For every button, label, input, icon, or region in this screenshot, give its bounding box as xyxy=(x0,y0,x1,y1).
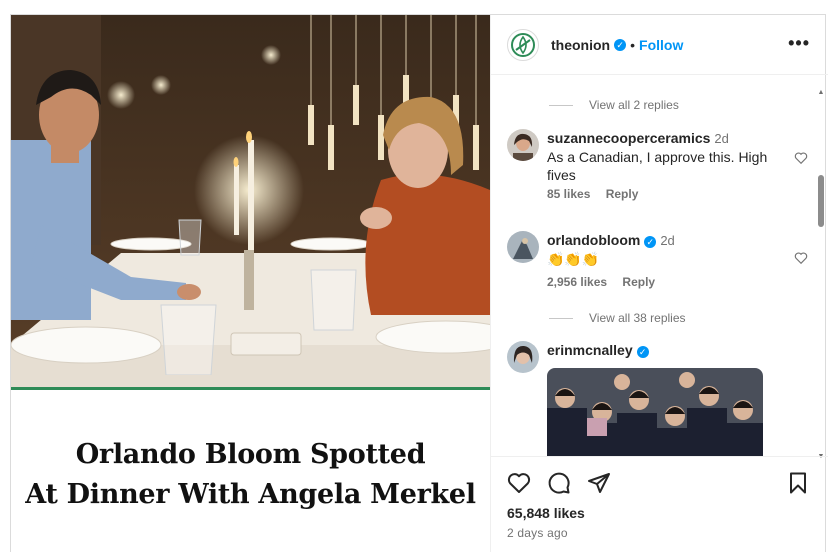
post-photo xyxy=(11,15,490,387)
verified-badge-icon: ✓ xyxy=(636,346,649,358)
replies-line xyxy=(549,317,573,319)
onion-logo-icon[interactable] xyxy=(507,28,539,61)
reply-button[interactable]: Reply xyxy=(622,275,655,289)
comment-username[interactable]: suzannecooperceramics xyxy=(547,130,710,146)
reply-button[interactable]: Reply xyxy=(606,187,639,201)
comment-text: 👏👏👏 xyxy=(547,251,600,267)
comment-age: 2d xyxy=(660,233,675,248)
comments-scrollbar[interactable]: ▲ ▼ xyxy=(817,89,825,461)
comment-likes[interactable]: 85 likes xyxy=(547,187,590,201)
comment-text: As a Canadian, I approve this. High five… xyxy=(547,149,768,183)
header-username[interactable]: theonion xyxy=(551,37,610,53)
comment-icon[interactable] xyxy=(547,471,571,495)
instagram-post: Orlando Bloom Spotted At Dinner With Ang… xyxy=(10,14,828,552)
comment-username[interactable]: orlandobloom xyxy=(547,232,640,248)
headline-line-1: Orlando Bloom Spotted xyxy=(75,439,426,470)
view-replies-link[interactable]: View all 38 replies xyxy=(549,311,686,325)
follow-button[interactable]: Follow xyxy=(639,37,683,53)
view-replies-label: View all 2 replies xyxy=(589,98,679,112)
more-options-icon[interactable]: ••• xyxy=(788,33,810,54)
heart-icon[interactable] xyxy=(507,471,531,495)
comment-body: erinmcnalley ✓ xyxy=(547,341,775,359)
avatar[interactable] xyxy=(507,231,539,263)
post-timestamp[interactable]: 2 days ago xyxy=(507,526,568,540)
post-like-count[interactable]: 65,848 likes xyxy=(507,505,585,521)
verified-badge-icon: ✓ xyxy=(614,38,627,51)
comment-likes[interactable]: 2,956 likes xyxy=(547,275,607,289)
comment-username[interactable]: erinmcnalley xyxy=(547,342,633,358)
share-icon[interactable] xyxy=(587,471,611,495)
comment-body: suzannecooperceramics 2d As a Canadian, I… xyxy=(547,129,775,184)
replies-line xyxy=(549,104,573,106)
comment-body: orlandobloom ✓ 2d 👏👏👏 xyxy=(547,231,775,268)
post-header: theonion ✓ • Follow ••• xyxy=(491,15,828,75)
header-separator: • xyxy=(630,36,636,53)
post-media[interactable]: Orlando Bloom Spotted At Dinner With Ang… xyxy=(11,15,490,552)
post-headline: Orlando Bloom Spotted At Dinner With Ang… xyxy=(11,435,490,515)
comment-meta: 2,956 likes Reply xyxy=(547,275,667,289)
comment-age: 2d xyxy=(714,131,729,146)
heart-icon[interactable] xyxy=(794,251,808,265)
view-replies-link[interactable]: View all 2 replies xyxy=(549,98,679,112)
headline-divider xyxy=(11,387,490,390)
comment-meta: 85 likes Reply xyxy=(547,187,650,201)
scrollbar-thumb[interactable] xyxy=(818,175,824,227)
heart-icon[interactable] xyxy=(794,151,808,165)
bookmark-icon[interactable] xyxy=(786,471,810,495)
action-icons xyxy=(507,471,611,495)
avatar[interactable] xyxy=(507,341,539,373)
verified-badge-icon: ✓ xyxy=(644,236,657,248)
view-replies-label: View all 38 replies xyxy=(589,311,686,325)
post-sidebar: theonion ✓ • Follow ••• View all 2 repli… xyxy=(490,15,828,552)
comments-list[interactable]: View all 2 replies suzannecooperceramics… xyxy=(491,76,828,456)
headline-line-2: At Dinner With Angela Merkel xyxy=(25,479,476,510)
scroll-up-icon[interactable]: ▲ xyxy=(817,89,825,97)
comment-image[interactable] xyxy=(547,368,763,456)
post-actions: 65,848 likes 2 days ago xyxy=(491,456,828,552)
save-button[interactable] xyxy=(786,471,810,495)
avatar[interactable] xyxy=(507,129,539,161)
